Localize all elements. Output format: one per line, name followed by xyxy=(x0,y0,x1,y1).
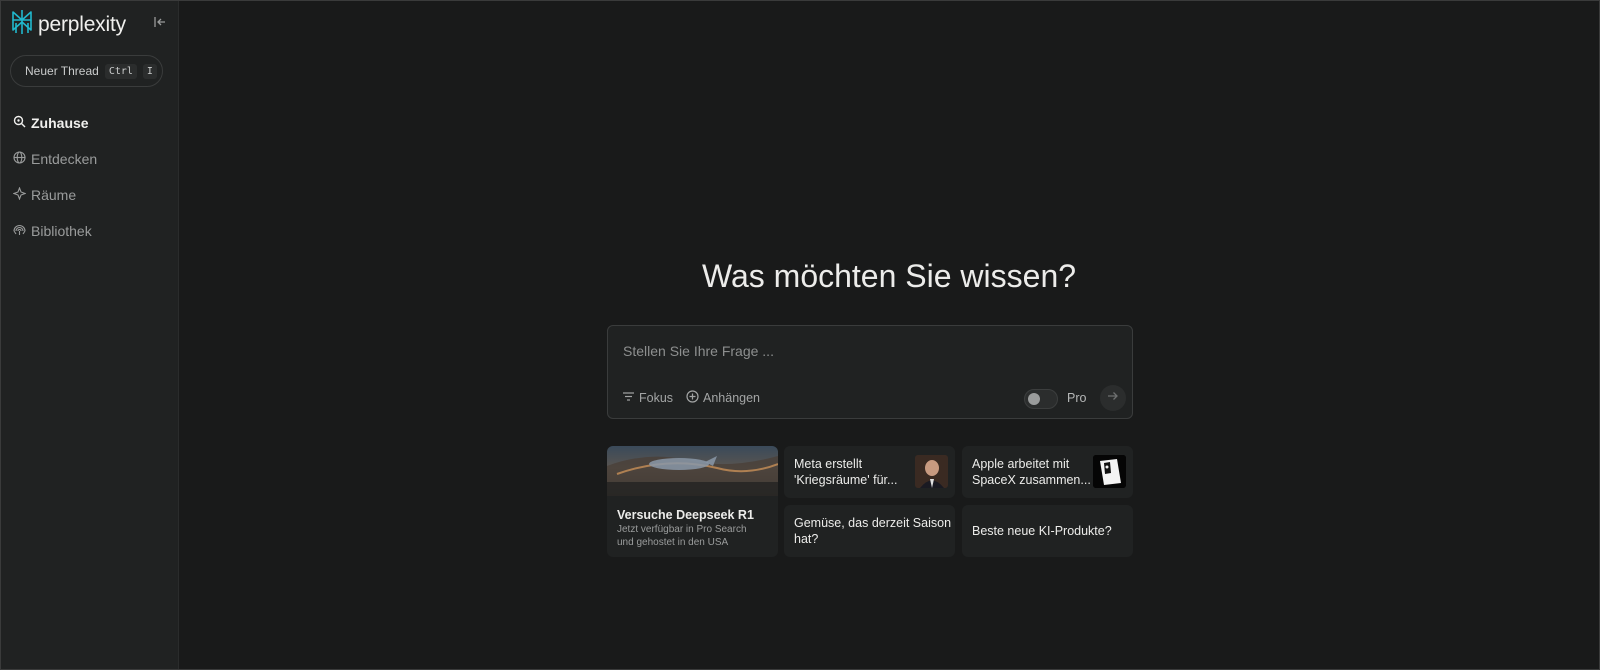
library-icon xyxy=(13,223,26,239)
new-thread-button[interactable]: Neuer Thread Ctrl I xyxy=(10,55,163,87)
logo-text: perplexity xyxy=(38,12,126,36)
shortcut-key-i: I xyxy=(142,63,157,79)
attach-label: Anhängen xyxy=(703,391,761,405)
suggestion-card-gemuese[interactable]: Gemüse, das derzeit Saison hat? xyxy=(784,505,955,557)
card-title-line1: Apple arbeitet mit xyxy=(972,457,1070,471)
collapse-sidebar-icon[interactable] xyxy=(153,15,167,29)
featured-card-title: Versuche Deepseek R1 xyxy=(617,508,754,522)
sidebar-item-label: Zuhause xyxy=(31,115,89,131)
featured-card-subtitle-line1: Jetzt verfügbar in Pro Search xyxy=(617,524,747,535)
suggestion-card-apple[interactable]: Apple arbeitet mit SpaceX zusammen... xyxy=(962,446,1133,498)
card-title-line2: hat? xyxy=(794,532,819,546)
card-title-line2: SpaceX zusammen... xyxy=(972,473,1091,487)
sidebar-item-entdecken[interactable]: Entdecken xyxy=(13,141,97,177)
sidebar-item-bibliothek[interactable]: Bibliothek xyxy=(13,213,97,249)
arrow-right-icon xyxy=(1107,389,1119,407)
card-title-line1: Meta erstellt xyxy=(794,457,863,471)
sidebar-item-label: Bibliothek xyxy=(31,223,92,239)
sparkle-icon xyxy=(12,186,27,203)
submit-button[interactable] xyxy=(1100,385,1126,411)
card-thumbnail-image xyxy=(915,455,948,488)
globe-icon xyxy=(13,151,26,167)
toggle-knob xyxy=(1028,393,1040,405)
sidebar-item-zuhause[interactable]: Zuhause xyxy=(13,105,97,141)
featured-card-image xyxy=(607,446,778,496)
focus-label: Fokus xyxy=(639,391,674,405)
search-icon xyxy=(13,115,26,131)
sidebar-item-label: Räume xyxy=(31,187,77,203)
perplexity-logo-icon xyxy=(10,9,34,40)
search-input[interactable] xyxy=(621,340,1105,362)
card-title-line1: Gemüse, das derzeit Saison xyxy=(794,516,952,530)
pro-label: Pro xyxy=(1067,391,1087,405)
sidebar-item-raeume[interactable]: Räume xyxy=(12,177,97,213)
focus-button[interactable]: Fokus xyxy=(622,390,673,406)
filter-icon xyxy=(622,390,635,406)
featured-card-subtitle-line2: und gehostet in den USA xyxy=(617,537,729,548)
suggestion-card-meta[interactable]: Meta erstellt 'Kriegsräume' für... xyxy=(784,446,955,498)
card-title-line1: Beste neue KI-Produkte? xyxy=(972,524,1112,538)
sidebar: perplexity Neuer Thread Ctrl I Zuhause E… xyxy=(1,1,179,669)
card-thumbnail-image xyxy=(1093,455,1126,488)
new-thread-label: Neuer Thread xyxy=(25,64,99,78)
featured-card-deepseek[interactable]: Versuche Deepseek R1 Jetzt verfügbar in … xyxy=(607,446,778,557)
page-title: Was möchten Sie wissen? xyxy=(701,258,1077,294)
add-circle-icon xyxy=(686,390,699,406)
logo[interactable]: perplexity xyxy=(10,9,126,40)
sidebar-item-label: Entdecken xyxy=(31,151,98,167)
suggestion-card-ki-produkte[interactable]: Beste neue KI-Produkte? xyxy=(962,505,1133,557)
card-title-line2: 'Kriegsräume' für... xyxy=(794,473,898,487)
pro-toggle[interactable] xyxy=(1024,389,1058,409)
shortcut-key-ctrl: Ctrl xyxy=(104,63,137,79)
search-box: Fokus Anhängen Pro xyxy=(607,325,1133,419)
attach-button[interactable]: Anhängen xyxy=(686,390,760,406)
sidebar-nav: Zuhause Entdecken Räume Bibliothek xyxy=(12,105,97,249)
